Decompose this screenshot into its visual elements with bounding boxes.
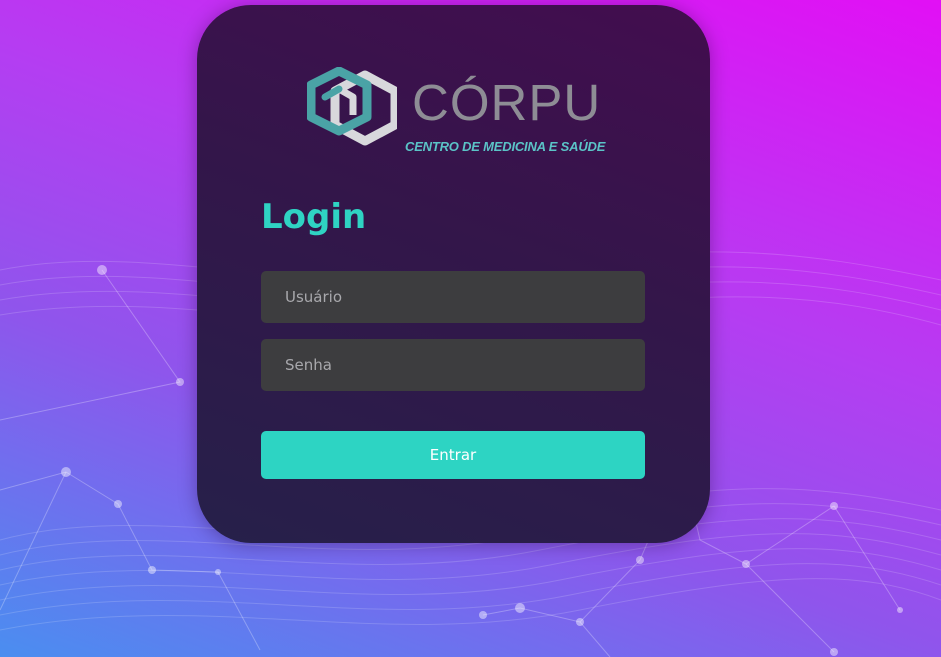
- brand-name: CÓRPU: [412, 74, 602, 131]
- brand-logo: CÓRPU CENTRO DE MEDICINA E SAÚDE: [307, 67, 607, 157]
- username-input[interactable]: [261, 271, 645, 323]
- login-title: Login: [261, 197, 367, 237]
- brand-tagline: CENTRO DE MEDICINA E SAÚDE: [405, 139, 606, 154]
- hexagon-cube-logo-icon: [307, 67, 397, 146]
- login-button[interactable]: Entrar: [261, 431, 645, 479]
- password-input[interactable]: [261, 339, 645, 391]
- login-card: CÓRPU CENTRO DE MEDICINA E SAÚDE Login E…: [197, 5, 710, 543]
